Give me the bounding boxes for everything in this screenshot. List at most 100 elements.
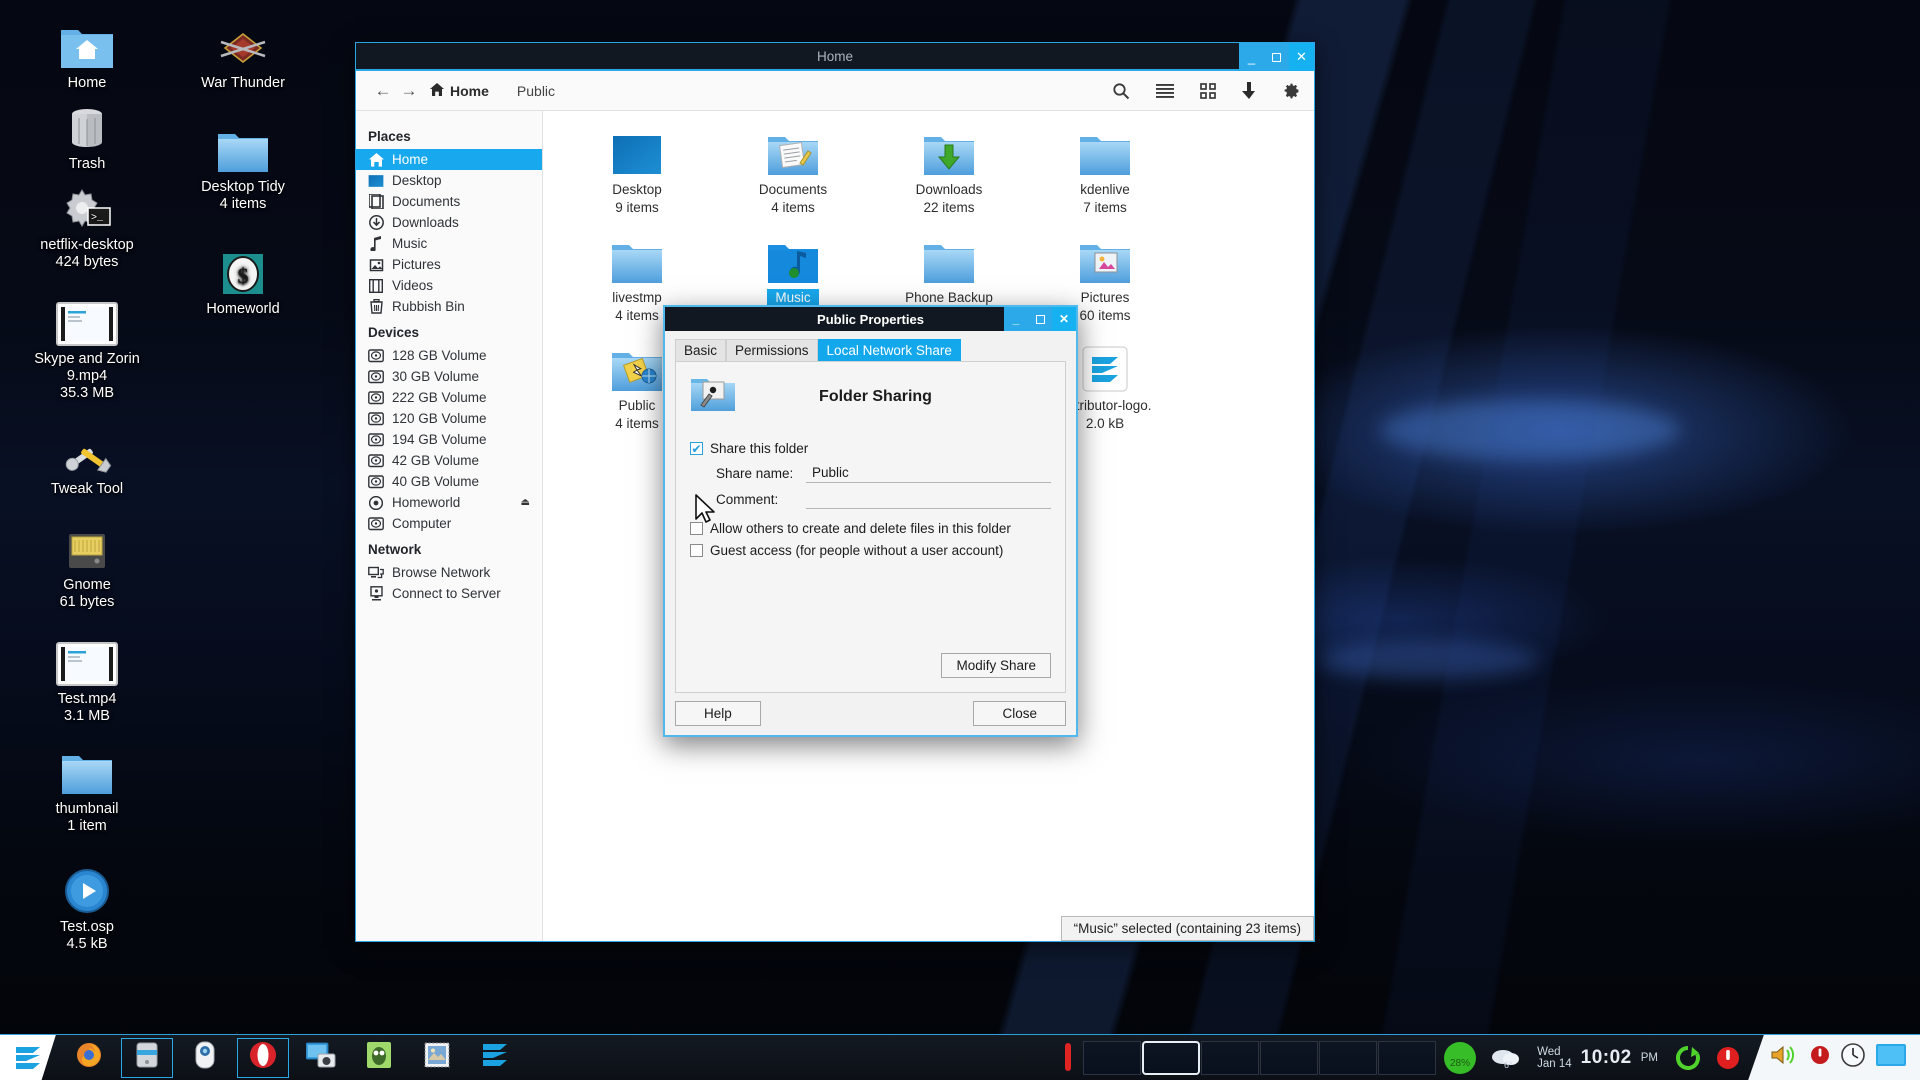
sidebar-item-128-gb-volume[interactable]: 128 GB Volume [356, 345, 542, 366]
desktop-icon[interactable]: thumbnail1 item [24, 740, 150, 835]
forward-button[interactable]: → [396, 81, 422, 101]
sidebar-item-30-gb-volume[interactable]: 30 GB Volume [356, 366, 542, 387]
desktop-icon-size: 3.1 MB [24, 708, 150, 725]
workspace-3[interactable] [1201, 1041, 1259, 1075]
guest-access-row[interactable]: Guest access (for people without a user … [690, 543, 1051, 558]
share-name-input[interactable] [806, 463, 1051, 483]
maximize-button[interactable] [1264, 43, 1289, 71]
sidebar-item-42-gb-volume[interactable]: 42 GB Volume [356, 450, 542, 471]
drive-icon [368, 411, 384, 427]
desktop-icon[interactable]: War Thunder [180, 14, 306, 92]
zorin-menu-icon[interactable] [0, 1035, 56, 1080]
file-item[interactable]: Desktop 9 items [559, 125, 715, 217]
desktop-icon[interactable]: Desktop Tidy4 items [180, 118, 306, 213]
sidebar-item-222-gb-volume[interactable]: 222 GB Volume [356, 387, 542, 408]
refresh-icon[interactable] [1668, 1035, 1708, 1080]
dialog-close-button[interactable]: ✕ [1052, 307, 1076, 331]
tab-permissions[interactable]: Permissions [726, 339, 818, 361]
sidebar-item-pictures[interactable]: Pictures [356, 254, 542, 275]
sidebar-item-homeworld[interactable]: Homeworld ⏏ [356, 492, 542, 513]
help-button[interactable]: Help [675, 701, 761, 726]
battery-indicator[interactable]: 28% [1437, 1035, 1483, 1080]
workspace-1[interactable] [1083, 1041, 1141, 1075]
file-item[interactable]: Downloads 22 items [871, 125, 1027, 217]
desktop-icon[interactable]: Skype and Zorin 9.mp435.3 MB [24, 290, 150, 402]
desktop-icon[interactable]: Gnome61 bytes [24, 516, 150, 611]
desktop-icon[interactable]: Tweak Tool [24, 420, 150, 498]
workspace-2[interactable] [1142, 1041, 1200, 1075]
dialog-maximize-button[interactable] [1028, 307, 1052, 331]
clock-icon[interactable] [1840, 1042, 1866, 1073]
desktop-icon[interactable]: Test.osp4.5 kB [24, 858, 150, 953]
eject-icon[interactable]: ⏏ [521, 497, 530, 508]
sidebar-item-rubbish-bin[interactable]: Rubbish Bin [356, 296, 542, 317]
sidebar-item-computer[interactable]: Computer [356, 513, 542, 534]
sidebar-item-documents[interactable]: Documents [356, 191, 542, 212]
close-dialog-button[interactable]: Close [973, 701, 1066, 726]
sidebar-item-120-gb-volume[interactable]: 120 GB Volume [356, 408, 542, 429]
back-button[interactable]: ← [370, 81, 396, 101]
shutdown-icon[interactable] [1810, 1045, 1830, 1070]
workspace-5[interactable] [1319, 1041, 1377, 1075]
taskbar-opera-button[interactable] [234, 1035, 292, 1080]
desktop-icon[interactable]: $Homeworld [180, 240, 306, 318]
trash-icon [24, 95, 150, 151]
sidebar-item-browse-network[interactable]: Browse Network [356, 562, 542, 583]
desktop-folder-icon [559, 125, 715, 177]
cpu-graph-icon[interactable] [1053, 1035, 1083, 1080]
taskbar-gimp-button[interactable] [350, 1035, 408, 1080]
share-this-folder-row[interactable]: Share this folder [690, 441, 1051, 456]
tab-basic[interactable]: Basic [675, 339, 726, 361]
list-view-icon[interactable] [1156, 84, 1174, 98]
sidebar-item-194-gb-volume[interactable]: 194 GB Volume [356, 429, 542, 450]
drive-icon [368, 348, 384, 364]
breadcrumb-home[interactable]: Home [450, 83, 489, 99]
workspace-4[interactable] [1260, 1041, 1318, 1075]
allow-others-row[interactable]: Allow others to create and delete files … [690, 521, 1051, 536]
share-this-folder-checkbox[interactable] [690, 442, 703, 455]
dialog-body: Basic Permissions Local Network Share [665, 331, 1076, 701]
svg-text:>_: >_ [91, 213, 104, 224]
desktop-icon[interactable]: >_netflix-desktop424 bytes [24, 176, 150, 271]
sidebar-item-40-gb-volume[interactable]: 40 GB Volume [356, 471, 542, 492]
download-icon[interactable] [1242, 82, 1256, 100]
weather-icon[interactable]: 6° [1483, 1035, 1527, 1080]
power-icon[interactable] [1708, 1035, 1748, 1080]
guest-access-label: Guest access (for people without a user … [710, 543, 1003, 558]
modify-share-button[interactable]: Modify Share [941, 653, 1051, 678]
comment-input[interactable] [806, 489, 1051, 509]
desktop-icon[interactable]: Test.mp43.1 MB [24, 630, 150, 725]
sidebar-item-downloads[interactable]: Downloads [356, 212, 542, 233]
file-item[interactable]: Documents 4 items [715, 125, 871, 217]
sidebar-item-videos[interactable]: Videos [356, 275, 542, 296]
taskbar-mail-button[interactable] [408, 1035, 466, 1080]
desktop-icon[interactable]: Trash [24, 95, 150, 173]
grid-view-icon[interactable] [1200, 83, 1216, 99]
taskbar-firefox-button[interactable] [60, 1035, 118, 1080]
gear-icon[interactable] [1282, 82, 1300, 100]
folder-icon [24, 740, 150, 796]
taskbar-files-button[interactable] [118, 1035, 176, 1080]
taskbar-zorin-button[interactable] [466, 1035, 524, 1080]
file-item[interactable]: kdenlive 7 items [1027, 125, 1183, 217]
clock[interactable]: Wed Jan 14 10:02 PM [1527, 1046, 1668, 1070]
minimize-button[interactable]: _ [1239, 43, 1264, 71]
display-icon[interactable] [1876, 1044, 1906, 1071]
sidebar-item-desktop[interactable]: Desktop [356, 170, 542, 191]
volume-icon[interactable] [1770, 1043, 1800, 1072]
desktop-icon-size: 35.3 MB [24, 385, 150, 402]
dialog-minimize-button[interactable]: _ [1004, 307, 1028, 331]
taskbar-screenshot-button[interactable] [292, 1035, 350, 1080]
homeworld-icon: $ [180, 240, 306, 296]
close-button[interactable]: ✕ [1289, 43, 1314, 71]
file-item-name: kdenlive [1027, 181, 1183, 199]
guest-access-checkbox[interactable] [690, 544, 703, 557]
tab-local-network-share[interactable]: Local Network Share [818, 339, 961, 361]
breadcrumb-tab-public[interactable]: Public [517, 83, 555, 99]
workspace-6[interactable] [1378, 1041, 1436, 1075]
search-icon[interactable] [1112, 82, 1130, 100]
sidebar-item-music[interactable]: Music [356, 233, 542, 254]
taskbar-settings-button[interactable] [176, 1035, 234, 1080]
sidebar-item-connect-to-server[interactable]: Connect to Server [356, 583, 542, 604]
desktop-icon[interactable]: Home [24, 14, 150, 92]
